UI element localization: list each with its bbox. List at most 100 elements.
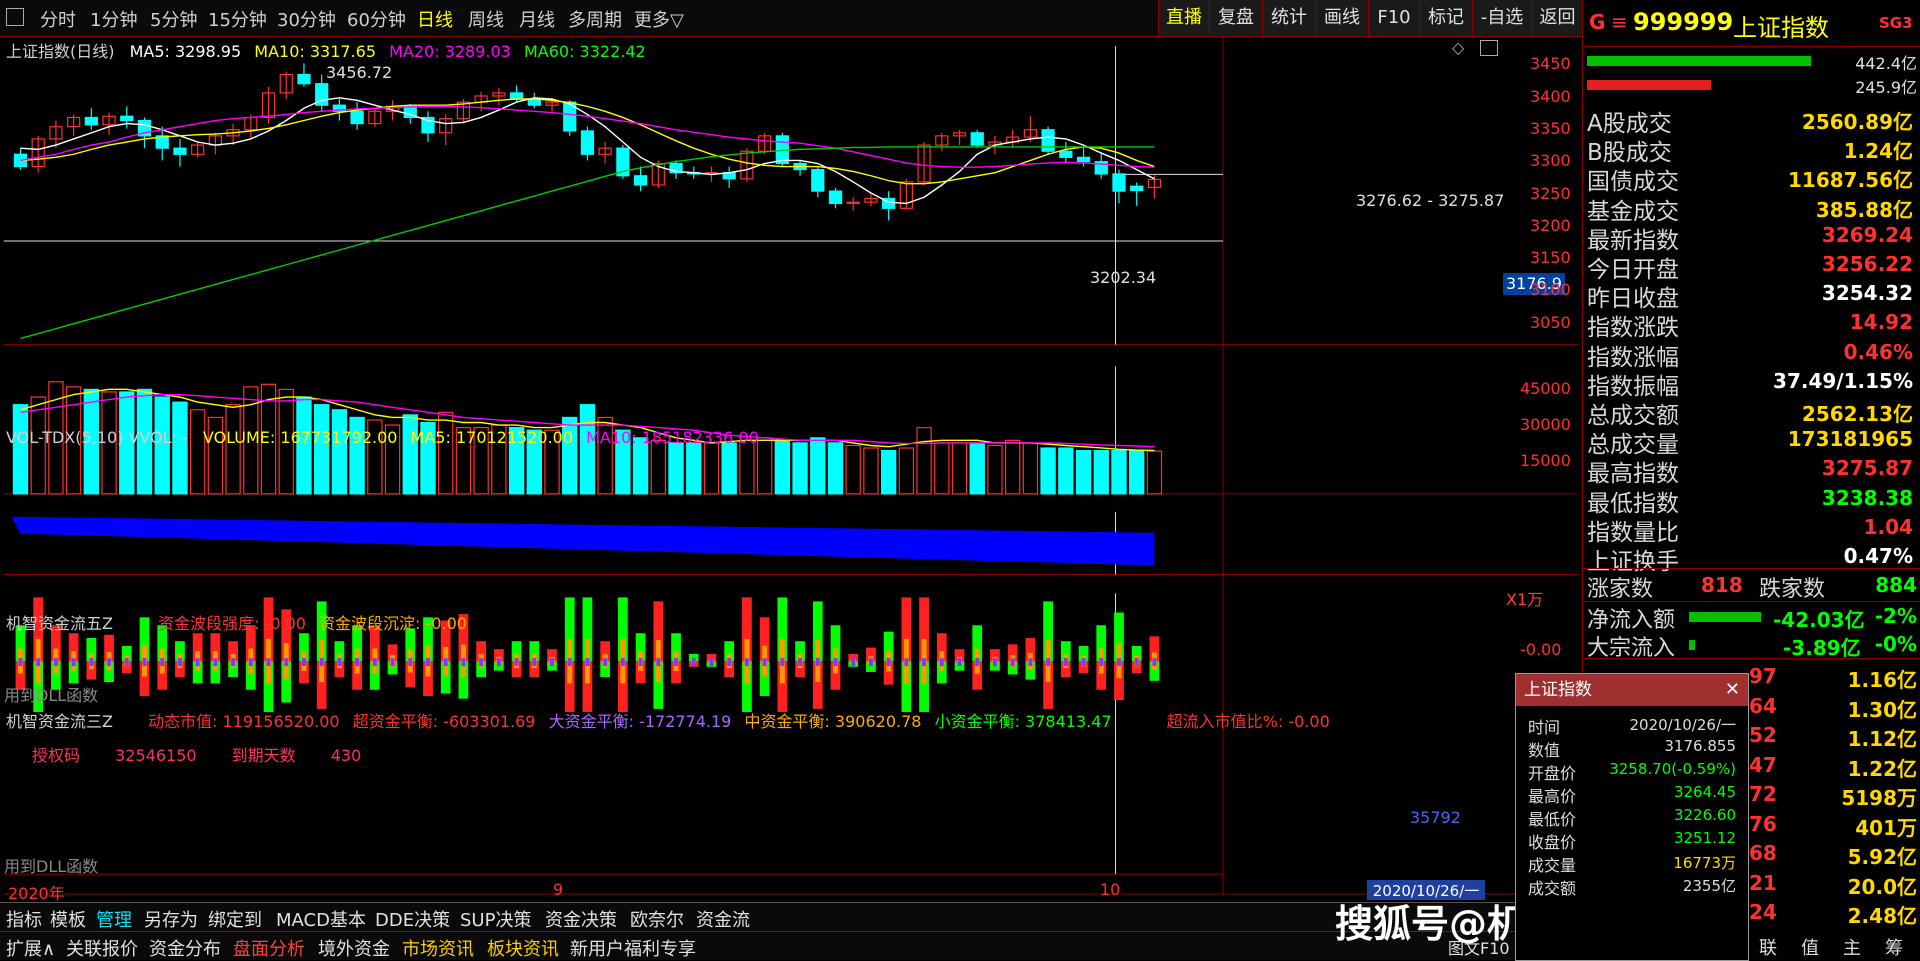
buy-power-value: 442.4亿 [1855, 54, 1917, 73]
flow3-bar-large [691, 658, 696, 667]
info-row-value: 2560.89亿 [1801, 110, 1913, 134]
review-button[interactable]: 复盘 [1209, 0, 1262, 36]
vol-title: VOL-TDX(5,10) VVOL: - [6, 428, 188, 447]
info-row-value: 3238.38 [1821, 485, 1913, 510]
back-button[interactable]: 返回 [1531, 0, 1583, 36]
flow3-bar-large [727, 658, 732, 667]
ma60-label: MA60: 3322.42 [523, 42, 646, 61]
flow3-bar-large [957, 658, 962, 667]
window-icon[interactable] [1480, 40, 1498, 56]
diamond-icon[interactable]: ◇ [1452, 38, 1464, 57]
draw-button[interactable]: 画线 [1315, 0, 1368, 36]
flow3-inflow-ratio: 超流入市值比%: -0.00 [1166, 712, 1330, 731]
watchlist-button[interactable]: -自选 [1472, 0, 1531, 36]
auth-code: 32546150 [115, 746, 197, 765]
popup-row-label: 最高价 [1528, 787, 1577, 806]
sg3-badge: SG3 [1879, 14, 1913, 32]
flow3-super: 超资金平衡: -603301.69 [352, 712, 536, 731]
ma20-label: MA20: 3289.03 [389, 42, 511, 61]
period-tab-30min[interactable]: 30分钟 [277, 6, 336, 32]
index-code: 999999 [1633, 8, 1734, 36]
flow3-medium: 中资金平衡: 390620.78 [744, 712, 922, 731]
bt-template[interactable]: 模板 [50, 906, 86, 932]
candle-body [1076, 156, 1091, 163]
vol-ma10-label: MA10: 185182336.00 [586, 428, 759, 447]
tab-value[interactable]: 值 [1801, 934, 1819, 960]
popup-row-label: 数值 [1528, 741, 1561, 760]
info-row: 昨日收盘 3254.32 [1587, 279, 1917, 312]
tab-chips[interactable]: 筹 [1885, 934, 1903, 960]
bt-foreign-fund[interactable]: 境外资金 [318, 935, 390, 961]
bt-market-news[interactable]: 市场资讯 [402, 935, 474, 961]
flow3-bar-large [443, 658, 448, 667]
popup-row: 最低价 3226.60 [1522, 806, 1742, 829]
volume-bar [189, 409, 206, 495]
flow3-small: 小资金平衡: 378413.47 [934, 712, 1112, 731]
tab-link[interactable]: 联 [1759, 934, 1777, 960]
up-count-label: 涨家数 [1587, 577, 1654, 602]
info-row-value: 11687.56亿 [1787, 168, 1913, 193]
period-tab-monthly[interactable]: 月线 [519, 6, 555, 32]
stats-button[interactable]: 统计 [1262, 0, 1315, 36]
volume-bar [756, 437, 773, 495]
period-tab-daily[interactable]: 日线 [417, 6, 453, 32]
bt-oneil[interactable]: 欧奈尔 [630, 906, 684, 932]
bt-macd[interactable]: MACD基本 [276, 906, 366, 932]
bt-fund-decision[interactable]: 资金决策 [545, 906, 617, 932]
bt-sector-news[interactable]: 板块资讯 [487, 935, 559, 961]
flow3-bar-large [550, 658, 554, 667]
bt-bind-to[interactable]: 绑定到 [208, 906, 262, 932]
flow3-mktcap: 动态市值: 119156520.00 [148, 712, 340, 731]
flow3-bar-large [18, 658, 23, 667]
bt-manage[interactable]: 管理 [96, 906, 132, 932]
list-item-count: 68 [1749, 841, 1777, 865]
candle-body [1041, 129, 1055, 152]
flow3-bar-large [1117, 658, 1121, 667]
restore-icon[interactable] [6, 8, 24, 26]
f10-button[interactable]: F10 [1368, 0, 1419, 36]
mark-button[interactable]: 标记 [1419, 0, 1472, 36]
bt-related-quote[interactable]: 关联报价 [66, 935, 138, 961]
candles [13, 63, 1162, 221]
bt-expand[interactable]: 扩展∧ [6, 935, 55, 961]
tab-main[interactable]: 主 [1843, 934, 1861, 960]
flow3-bar-large [939, 658, 944, 667]
period-tab-intraday[interactable]: 分时 [40, 6, 76, 32]
volume-bar [810, 437, 826, 495]
flow3-bar-large [1152, 658, 1157, 667]
bt-sup[interactable]: SUP决策 [460, 906, 531, 932]
period-tab-1min[interactable]: 1分钟 [90, 6, 137, 32]
period-tab-weekly[interactable]: 周线 [468, 6, 504, 32]
flow3-bar-large [160, 658, 165, 667]
period-tab-multi[interactable]: 多周期 [568, 6, 622, 32]
bt-indicator[interactable]: 指标 [6, 906, 42, 932]
bt-new-user-benefit[interactable]: 新用户福利专享 [570, 935, 696, 961]
period-tab-5min[interactable]: 5分钟 [150, 6, 197, 32]
flow3-bar-large [1046, 658, 1051, 667]
volume-bar [739, 439, 755, 495]
flow3-title-row: 机智资金流三Z 动态市值: 119156520.00 超资金平衡: -60330… [6, 708, 1330, 732]
bt-market-analysis[interactable]: 盘面分析 [233, 935, 305, 961]
bt-fund-flow[interactable]: 资金流 [696, 906, 750, 932]
flow3-bar-large [408, 658, 413, 667]
list-item-amount: 401万 [1855, 815, 1917, 840]
info-row-value: 1.04 [1863, 514, 1913, 539]
kline-ytick: 3100 [1530, 280, 1571, 300]
list-item-count: 24 [1749, 900, 1777, 924]
close-icon[interactable]: ✕ [1725, 674, 1740, 706]
period-tab-60min[interactable]: 60分钟 [347, 6, 406, 32]
bt-dde[interactable]: DDE决策 [375, 906, 450, 932]
kline-chart[interactable] [0, 36, 1582, 898]
volume-bar [845, 444, 861, 495]
period-tab-15min[interactable]: 15分钟 [208, 6, 267, 32]
volume-bar [1058, 447, 1074, 495]
live-button[interactable]: 直播 [1158, 0, 1209, 36]
period-tab-more[interactable]: 更多▽ [634, 6, 684, 32]
list-item-amount: 1.16亿 [1847, 668, 1917, 692]
bt-save-as[interactable]: 另存为 [144, 906, 198, 932]
volume-bar [331, 409, 348, 495]
menu-icon[interactable]: ≡ [1611, 10, 1628, 34]
bt-fund-distribution[interactable]: 资金分布 [149, 935, 221, 961]
net-inflow-bar [1689, 612, 1761, 622]
volume-bar [1111, 449, 1127, 495]
